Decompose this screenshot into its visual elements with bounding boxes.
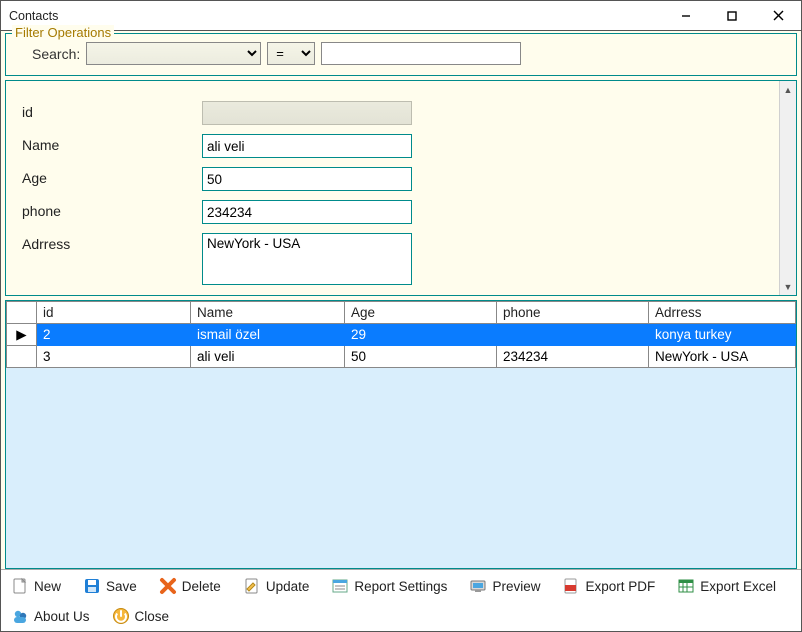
table-cell[interactable]: ali veli: [191, 346, 345, 368]
export-pdf-button[interactable]: Export PDF: [558, 575, 659, 597]
save-icon: [83, 577, 101, 595]
table-cell[interactable]: 234234: [497, 346, 649, 368]
bottom-toolbar: New Save Delete Update Report Settings P: [1, 569, 801, 631]
filter-row: Search: =: [32, 42, 788, 65]
excel-icon: [677, 577, 695, 595]
table-cell[interactable]: 2: [37, 324, 191, 346]
table-cell[interactable]: ismail özel: [191, 324, 345, 346]
col-address[interactable]: Adrress: [649, 302, 796, 324]
preview-icon: [469, 577, 487, 595]
phone-field[interactable]: [202, 200, 412, 224]
search-value-input[interactable]: [321, 42, 521, 65]
export-excel-button[interactable]: Export Excel: [673, 575, 780, 597]
table-row[interactable]: ▶2ismail özel29 konya turkey: [7, 324, 796, 346]
grid-row-header-blank: [7, 302, 37, 324]
row-indicator: ▶: [7, 324, 37, 346]
app-window: Contacts Filter Operations Search: = id: [0, 0, 802, 632]
name-field[interactable]: [202, 134, 412, 158]
scroll-up-icon[interactable]: ▲: [780, 81, 796, 98]
filter-legend: Filter Operations: [12, 25, 114, 40]
table-cell[interactable]: 50: [345, 346, 497, 368]
window-title: Contacts: [9, 9, 58, 23]
col-age[interactable]: Age: [345, 302, 497, 324]
col-phone[interactable]: phone: [497, 302, 649, 324]
age-field[interactable]: [202, 167, 412, 191]
titlebar: Contacts: [1, 1, 801, 31]
table-row[interactable]: 3ali veli50234234NewYork - USA: [7, 346, 796, 368]
id-label: id: [22, 101, 202, 120]
about-icon: [11, 607, 29, 625]
grid-header-row: id Name Age phone Adrress: [7, 302, 796, 324]
report-settings-button[interactable]: Report Settings: [327, 575, 451, 597]
new-icon: [11, 577, 29, 595]
search-label: Search:: [32, 46, 80, 62]
close-button[interactable]: Close: [108, 605, 174, 627]
phone-label: phone: [22, 200, 202, 219]
preview-button[interactable]: Preview: [465, 575, 544, 597]
scroll-down-icon[interactable]: ▼: [780, 278, 796, 295]
filter-operations-group: Filter Operations Search: =: [5, 33, 797, 76]
search-field-select[interactable]: [86, 42, 261, 65]
row-indicator: [7, 346, 37, 368]
close-window-button[interactable]: [755, 1, 801, 30]
table-cell[interactable]: [497, 324, 649, 346]
address-field[interactable]: [202, 233, 412, 285]
delete-icon: [159, 577, 177, 595]
table-cell[interactable]: 29: [345, 324, 497, 346]
delete-button[interactable]: Delete: [155, 575, 225, 597]
new-button[interactable]: New: [7, 575, 65, 597]
detail-form-panel: id Name Age phone Adrress ▲ ▼: [5, 80, 797, 296]
update-button[interactable]: Update: [239, 575, 314, 597]
update-icon: [243, 577, 261, 595]
col-id[interactable]: id: [37, 302, 191, 324]
search-operator-select[interactable]: =: [267, 42, 315, 65]
about-us-button[interactable]: About Us: [7, 605, 94, 627]
report-settings-icon: [331, 577, 349, 595]
data-grid-panel: id Name Age phone Adrress ▶2ismail özel2…: [5, 300, 797, 569]
form-scrollbar[interactable]: ▲ ▼: [779, 81, 796, 295]
col-name[interactable]: Name: [191, 302, 345, 324]
data-grid[interactable]: id Name Age phone Adrress ▶2ismail özel2…: [6, 301, 796, 368]
save-button[interactable]: Save: [79, 575, 141, 597]
name-label: Name: [22, 134, 202, 153]
pdf-icon: [562, 577, 580, 595]
id-field: [202, 101, 412, 125]
address-label: Adrress: [22, 233, 202, 252]
table-cell[interactable]: NewYork - USA: [649, 346, 796, 368]
minimize-button[interactable]: [663, 1, 709, 30]
grid-empty-area: [6, 368, 796, 568]
age-label: Age: [22, 167, 202, 186]
table-cell[interactable]: konya turkey: [649, 324, 796, 346]
table-cell[interactable]: 3: [37, 346, 191, 368]
power-icon: [112, 607, 130, 625]
maximize-button[interactable]: [709, 1, 755, 30]
